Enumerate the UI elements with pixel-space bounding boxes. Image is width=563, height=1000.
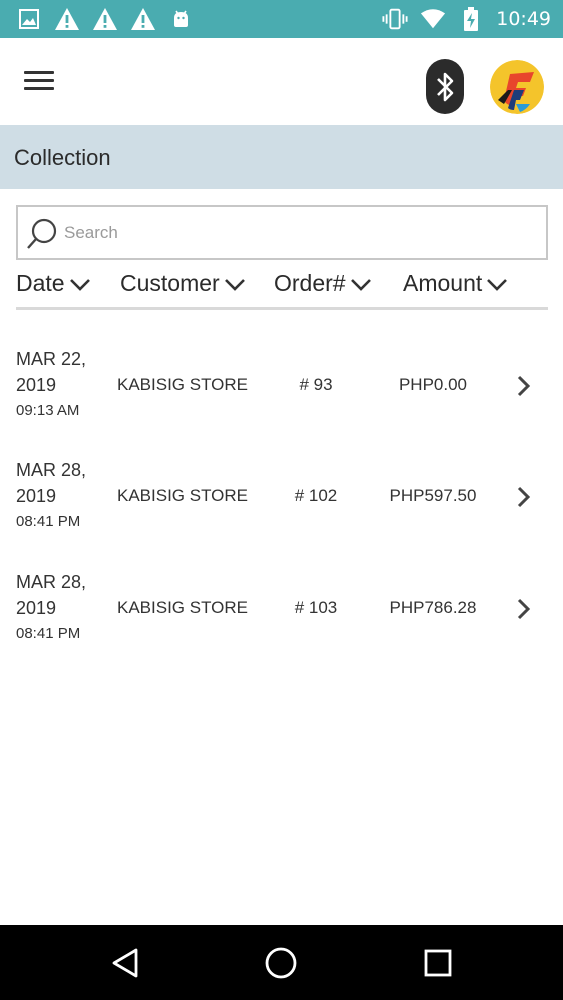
chevron-down-icon [69, 278, 90, 291]
row-date-year: 2019 [16, 486, 57, 506]
battery-charging-icon [458, 6, 484, 32]
navigation-bar [0, 925, 563, 1000]
chevron-right-icon[interactable] [514, 596, 534, 622]
status-bar: 10:49 [0, 0, 563, 38]
sort-customer-header[interactable]: Customer [120, 270, 246, 297]
row-date-year: 2019 [16, 375, 57, 395]
status-time: 10:49 [496, 8, 551, 30]
table-row[interactable]: MAR 28, 2019 08:41 PM KABISIG STORE # 10… [0, 457, 563, 557]
row-order: # 102 [294, 486, 338, 505]
row-order: # 103 [294, 598, 338, 617]
row-order: # 93 [299, 375, 333, 394]
column-label: Amount [403, 270, 483, 296]
warning-icon [92, 6, 118, 32]
row-customer: KABISIG STORE [117, 375, 249, 394]
search-icon [26, 217, 58, 251]
column-label: Order# [274, 270, 346, 296]
back-icon[interactable] [107, 945, 143, 981]
row-amount: PHP786.28 [389, 598, 477, 617]
bluetooth-icon[interactable] [426, 59, 464, 114]
row-time: 08:41 PM [16, 513, 81, 530]
search-input[interactable] [64, 219, 534, 247]
status-left-icons [16, 6, 194, 32]
sort-order-header[interactable]: Order# [274, 270, 372, 297]
row-date-day: MAR 22, [16, 349, 87, 369]
home-icon[interactable] [263, 945, 299, 981]
chevron-down-icon [487, 278, 508, 291]
sort-amount-header[interactable]: Amount [403, 270, 508, 297]
row-date-day: MAR 28, [16, 460, 87, 480]
page-title: Collection [14, 145, 111, 170]
recents-icon[interactable] [420, 945, 456, 981]
wifi-icon [420, 6, 446, 32]
chevron-right-icon[interactable] [514, 484, 534, 510]
app-logo [490, 60, 544, 114]
column-headers: Date Customer Order# Amount [16, 266, 548, 310]
warning-icon [130, 6, 156, 32]
image-icon [16, 6, 42, 32]
row-amount: PHP0.00 [398, 375, 468, 394]
chevron-right-icon[interactable] [514, 373, 534, 399]
row-date: MAR 28, 2019 08:41 PM [16, 569, 86, 644]
table-row[interactable]: MAR 22, 2019 09:13 AM KABISIG STORE # 93… [0, 346, 563, 446]
section-header: Collection [0, 125, 563, 189]
chevron-down-icon [224, 278, 245, 291]
column-label: Customer [120, 270, 220, 296]
row-amount: PHP597.50 [389, 486, 477, 505]
row-time: 09:13 AM [16, 402, 80, 419]
android-icon [168, 6, 194, 32]
status-right-icons: 10:49 [382, 6, 551, 32]
app-bar [0, 38, 563, 125]
row-date-year: 2019 [16, 598, 57, 618]
row-date: MAR 22, 2019 09:13 AM [16, 346, 86, 421]
chevron-down-icon [350, 278, 371, 291]
row-time: 08:41 PM [16, 625, 81, 642]
row-date-day: MAR 28, [16, 572, 87, 592]
menu-icon[interactable] [24, 71, 54, 93]
row-customer: KABISIG STORE [117, 598, 249, 617]
warning-icon [54, 6, 80, 32]
row-date: MAR 28, 2019 08:41 PM [16, 457, 86, 532]
row-customer: KABISIG STORE [117, 486, 249, 505]
search-box[interactable] [16, 205, 548, 260]
sort-date-header[interactable]: Date [16, 270, 91, 297]
column-label: Date [16, 270, 65, 296]
table-row[interactable]: MAR 28, 2019 08:41 PM KABISIG STORE # 10… [0, 569, 563, 669]
vibrate-icon [382, 6, 408, 32]
